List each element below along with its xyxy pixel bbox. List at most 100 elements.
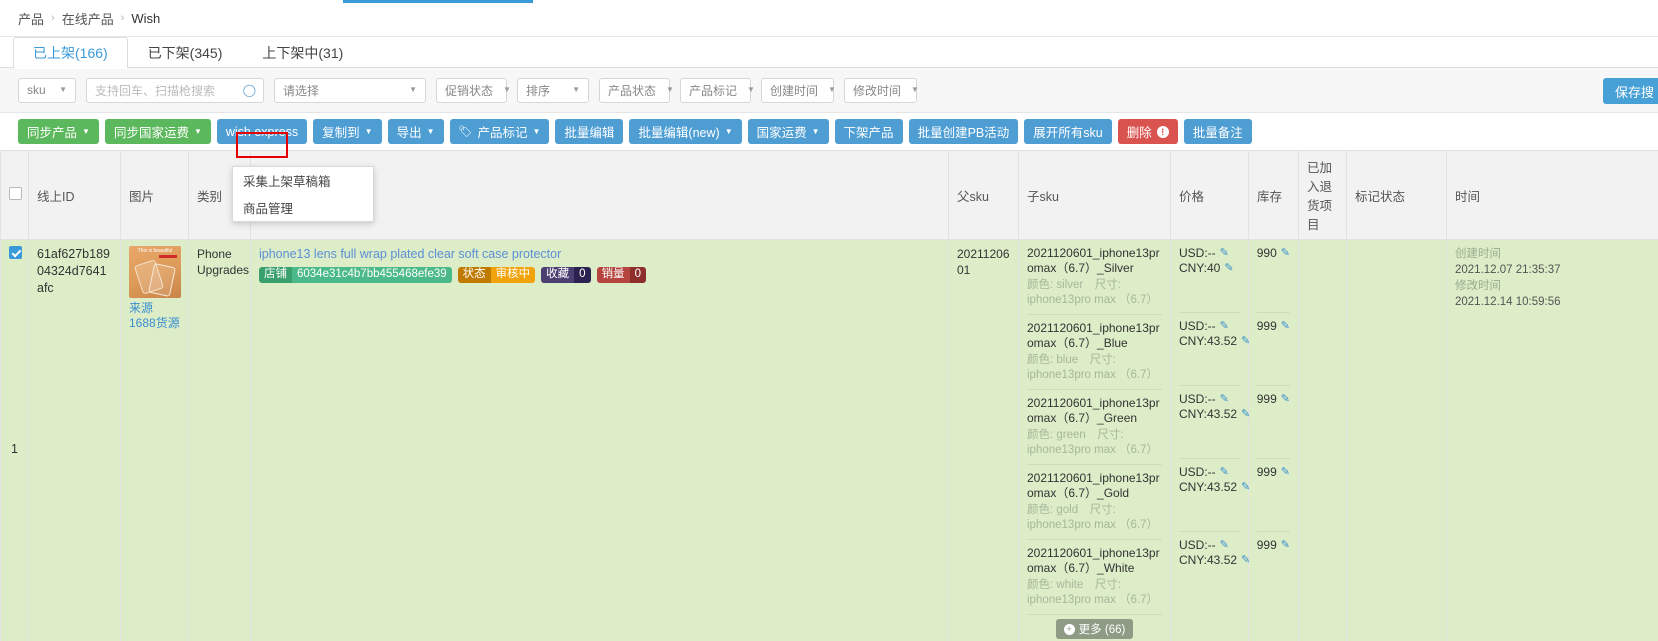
sku-name: 2021120601_iphone13promax（6.7）_White	[1027, 546, 1160, 575]
country-shipping-button[interactable]: 国家运费 ▼	[747, 119, 829, 144]
stock-cell: 990 ✎ 999 ✎ 999 ✎ 999 ✎ 999 ✎	[1248, 239, 1299, 641]
sku-attributes: 颜色: blue 尺寸: iphone13pro max （6.7）	[1027, 354, 1159, 381]
sku-attributes: 颜色: gold 尺寸: iphone13pro max （6.7）	[1027, 504, 1159, 531]
breadcrumb-item-2: Wish	[131, 10, 161, 26]
select-all-checkbox[interactable]	[9, 187, 22, 200]
bulk-create-pb-button[interactable]: 批量创建PB活动	[908, 119, 1019, 144]
row-checkbox[interactable]	[9, 246, 22, 259]
header-price: 价格	[1170, 150, 1249, 240]
image-source-link[interactable]: 1688货源	[129, 316, 180, 331]
store-select-label: 请选择	[283, 83, 320, 98]
store-select[interactable]: 请选择 ▼	[274, 77, 426, 103]
edit-icon[interactable]: ✎	[1241, 553, 1250, 568]
status-badge: 收藏 0	[541, 267, 591, 283]
bulk-edit-button[interactable]: 批量编辑	[555, 119, 624, 144]
header-time: 时间	[1446, 150, 1658, 240]
wish-express-button[interactable]: wish express	[216, 119, 308, 144]
thumbnail-banner-text: This is beautiful	[137, 248, 173, 254]
stock-block: 999 ✎	[1257, 532, 1290, 604]
unpublish-product-label: 下架产品	[843, 126, 894, 140]
sku-name: 2021120601_iphone13promax（6.7）_Gold	[1027, 471, 1160, 500]
show-more-sku-button[interactable]: + 更多 (66)	[1055, 619, 1134, 639]
edit-icon[interactable]: ✎	[1220, 319, 1229, 334]
edit-icon[interactable]: ✎	[1281, 392, 1290, 407]
sync-country-shipping-button[interactable]: 同步国家运费 ▼	[104, 119, 211, 144]
stock-block: 999 ✎	[1257, 386, 1290, 459]
return-project-cell	[1298, 239, 1347, 641]
create-time-select[interactable]: 创建时间 ▼	[761, 77, 836, 103]
bulk-remark-button[interactable]: 批量备注	[1183, 119, 1252, 144]
edit-icon[interactable]: ✎	[1241, 480, 1250, 495]
menu-item-collect-draft-box[interactable]: 采集上架草稿箱	[233, 167, 373, 194]
tab-in-progress[interactable]: 上下架中(31)	[242, 37, 363, 68]
sku-attributes: 颜色: white 尺寸: iphone13pro max （6.7）	[1027, 579, 1159, 606]
sku-name: 2021120601_iphone13promax（6.7）_Green	[1027, 396, 1160, 425]
edit-icon[interactable]: ✎	[1220, 392, 1229, 407]
edit-icon[interactable]: ✎	[1281, 465, 1290, 480]
wish-express-label: wish express	[225, 124, 299, 139]
edit-icon[interactable]: ✎	[1220, 538, 1229, 553]
price-usd-line: USD:-- ✎	[1179, 392, 1240, 407]
breadcrumb-separator-icon: ›	[51, 12, 55, 24]
unpublish-product-button[interactable]: 下架产品	[834, 119, 903, 144]
sku-block: 2021120601_iphone13promax（6.7）_White 颜色:…	[1027, 540, 1162, 615]
search-input-placeholder: 支持回车、扫描枪搜索	[95, 83, 216, 98]
product-title-link[interactable]: iphone13 lens full wrap plated clear sof…	[259, 246, 940, 262]
product-thumbnail[interactable]: This is beautiful	[129, 246, 181, 298]
header-online-id: 线上ID	[28, 150, 121, 240]
price-usd-value: USD:--	[1179, 538, 1216, 552]
edit-icon[interactable]: ✎	[1220, 246, 1229, 261]
sync-product-button[interactable]: 同步产品 ▼	[18, 119, 99, 144]
price-cny-line: CNY:43.52 ✎	[1179, 334, 1250, 349]
product-tag-select[interactable]: 产品标记 ▼	[680, 77, 755, 103]
edit-icon[interactable]: ✎	[1224, 261, 1233, 276]
product-status-select[interactable]: 产品状态 ▼	[599, 77, 674, 103]
parent-sku-cell: 2021120601	[948, 239, 1019, 641]
price-usd-line: USD:-- ✎	[1179, 538, 1240, 553]
sku-block: 2021120601_iphone13promax（6.7）_Blue 颜色: …	[1027, 315, 1162, 390]
country-shipping-label: 国家运费	[756, 126, 807, 140]
status-badge: 销量 0	[596, 267, 646, 283]
status-badge: 状态 审核中	[457, 267, 536, 283]
image-source-label[interactable]: 来源	[129, 301, 180, 316]
edit-icon[interactable]: ✎	[1281, 538, 1290, 553]
edit-icon[interactable]: ✎	[1220, 465, 1229, 480]
modify-time-select[interactable]: 修改时间 ▼	[844, 77, 919, 103]
edit-icon[interactable]: ✎	[1281, 246, 1290, 261]
bulk-edit-new-button[interactable]: 批量编辑(new) ▼	[629, 119, 742, 144]
copy-to-button[interactable]: 复制到 ▼	[313, 119, 382, 144]
product-tag-button[interactable]: 产品标记 ▼	[449, 119, 550, 144]
price-cny-line: CNY:40 ✎	[1179, 261, 1240, 276]
export-button[interactable]: 导出 ▼	[387, 119, 444, 144]
tab-off-shelf[interactable]: 已下架(345)	[128, 37, 243, 68]
thumbnail-red-bar	[159, 255, 177, 258]
breadcrumb-item-0[interactable]: 产品	[18, 9, 44, 28]
sku-field-select[interactable]: sku ▼	[18, 77, 76, 103]
header-image: 图片	[120, 150, 189, 240]
chevron-down-icon: ▼	[572, 85, 580, 94]
shop-badge-value: 6034e31c4b7bb455468efe39	[292, 267, 452, 283]
search-icon[interactable]: ◯	[243, 83, 256, 97]
tab-on-shelf[interactable]: 已上架(166)	[13, 37, 128, 69]
save-search-button[interactable]: 保存搜	[1602, 78, 1658, 104]
tag-status-cell	[1346, 239, 1447, 641]
edit-icon[interactable]: ✎	[1281, 319, 1290, 334]
row-number: 1	[11, 442, 18, 456]
header-tag-status: 标记状态	[1346, 150, 1447, 240]
online-id-cell: 61af627b18904324d7641afc	[28, 239, 121, 641]
delete-button[interactable]: 删除 !	[1117, 119, 1178, 144]
search-input-wrap[interactable]: 支持回车、扫描枪搜索 ◯	[86, 77, 264, 103]
breadcrumb-item-1[interactable]: 在线产品	[62, 9, 114, 28]
price-cny-value: CNY:43.52	[1179, 553, 1238, 567]
sort-select[interactable]: 排序 ▼	[517, 77, 589, 103]
edit-icon[interactable]: ✎	[1241, 334, 1250, 349]
promo-status-select[interactable]: 促销状态 ▼	[436, 77, 511, 103]
expand-all-sku-button[interactable]: 展开所有sku	[1024, 119, 1112, 144]
menu-item-product-management[interactable]: 商品管理	[233, 194, 373, 221]
product-tag-button-label: 产品标记	[477, 126, 528, 140]
page-root: 产品 › 在线产品 › Wish 已上架(166) 已下架(345) 上下架中(…	[0, 0, 1658, 641]
price-usd-value: USD:--	[1179, 465, 1216, 479]
table-row: 1 61af627b18904324d7641afc This is beaut…	[0, 239, 1658, 641]
edit-icon[interactable]: ✎	[1241, 407, 1250, 422]
price-block: USD:-- ✎ CNY:43.52 ✎	[1179, 459, 1250, 532]
